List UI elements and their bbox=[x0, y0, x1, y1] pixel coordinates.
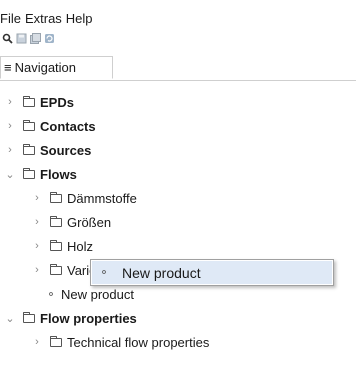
tab-navigation-label: Navigation bbox=[14, 60, 77, 75]
tree-item-groessen[interactable]: › Größen bbox=[32, 212, 111, 232]
folder-icon bbox=[23, 119, 35, 131]
tree-item-label: EPDs bbox=[40, 94, 74, 110]
menu-help[interactable]: Help bbox=[66, 11, 97, 26]
chevron-right-icon[interactable]: › bbox=[32, 216, 42, 228]
search-icon[interactable] bbox=[2, 32, 13, 44]
tree-item-label: New product bbox=[61, 286, 134, 302]
chevron-right-icon[interactable]: › bbox=[5, 120, 15, 132]
tree-item-new-product[interactable]: ⚬ New product bbox=[45, 284, 134, 304]
save-all-icon[interactable] bbox=[30, 32, 41, 44]
menu-file[interactable]: File bbox=[0, 11, 25, 26]
folder-icon bbox=[23, 143, 35, 155]
folder-icon bbox=[50, 191, 62, 203]
chevron-right-icon[interactable]: › bbox=[32, 240, 42, 252]
tree-item-sources[interactable]: › Sources bbox=[5, 140, 91, 160]
tree-item-label: Flows bbox=[40, 166, 77, 182]
folder-icon bbox=[50, 335, 62, 347]
refresh-icon[interactable] bbox=[44, 32, 55, 43]
chevron-down-icon[interactable]: ⌄ bbox=[5, 312, 15, 325]
menu-bar: File Extras Help bbox=[0, 8, 97, 28]
tree-item-holz[interactable]: › Holz bbox=[32, 236, 93, 256]
tree-item-label: Holz bbox=[67, 238, 94, 254]
tree-item-label: Contacts bbox=[40, 118, 96, 134]
tree-item-daemmstoffe[interactable]: › Dämmstoffe bbox=[32, 188, 137, 208]
tree-item-label: Technical flow properties bbox=[67, 334, 210, 350]
folder-icon bbox=[23, 95, 35, 107]
tree-item-label: Größen bbox=[67, 214, 112, 230]
tree-item-label: Flow properties bbox=[40, 310, 137, 326]
tree-item-flows[interactable]: ⌄ Flows bbox=[5, 164, 77, 184]
chevron-right-icon[interactable]: › bbox=[32, 264, 42, 276]
folder-icon bbox=[23, 167, 35, 179]
chevron-down-icon[interactable]: ⌄ bbox=[5, 168, 15, 181]
chevron-right-icon[interactable]: › bbox=[32, 336, 42, 348]
product-icon: ⚬ bbox=[99, 267, 109, 279]
context-menu: ⚬ New product bbox=[90, 259, 334, 286]
tab-navigation[interactable]: ≡ Navigation bbox=[0, 56, 113, 79]
chevron-right-icon[interactable]: › bbox=[32, 192, 42, 204]
tree-item-contacts[interactable]: › Contacts bbox=[5, 116, 96, 136]
chevron-right-icon[interactable]: › bbox=[5, 144, 15, 156]
menu-icon: ≡ bbox=[4, 60, 12, 75]
chevron-right-icon[interactable]: › bbox=[5, 96, 15, 108]
tree-item-technical-flow-properties[interactable]: › Technical flow properties bbox=[32, 332, 209, 352]
toolbar bbox=[2, 30, 55, 44]
folder-icon bbox=[50, 263, 62, 275]
folder-icon bbox=[50, 215, 62, 227]
product-icon: ⚬ bbox=[46, 288, 56, 301]
folder-icon bbox=[50, 239, 62, 251]
tree-item-flow-properties[interactable]: ⌄ Flow properties bbox=[5, 308, 137, 328]
tree-item-label: Sources bbox=[40, 142, 92, 158]
tree-item-label: Dämmstoffe bbox=[67, 190, 137, 206]
menu-extras[interactable]: Extras bbox=[25, 11, 66, 26]
save-icon[interactable] bbox=[16, 32, 27, 43]
tree-item-epds[interactable]: › EPDs bbox=[5, 92, 74, 112]
context-menu-item-label: New product bbox=[122, 264, 201, 281]
tab-bar: ≡ Navigation bbox=[0, 56, 356, 81]
context-menu-item-new-product[interactable]: ⚬ New product bbox=[92, 261, 332, 284]
folder-icon bbox=[23, 311, 35, 323]
